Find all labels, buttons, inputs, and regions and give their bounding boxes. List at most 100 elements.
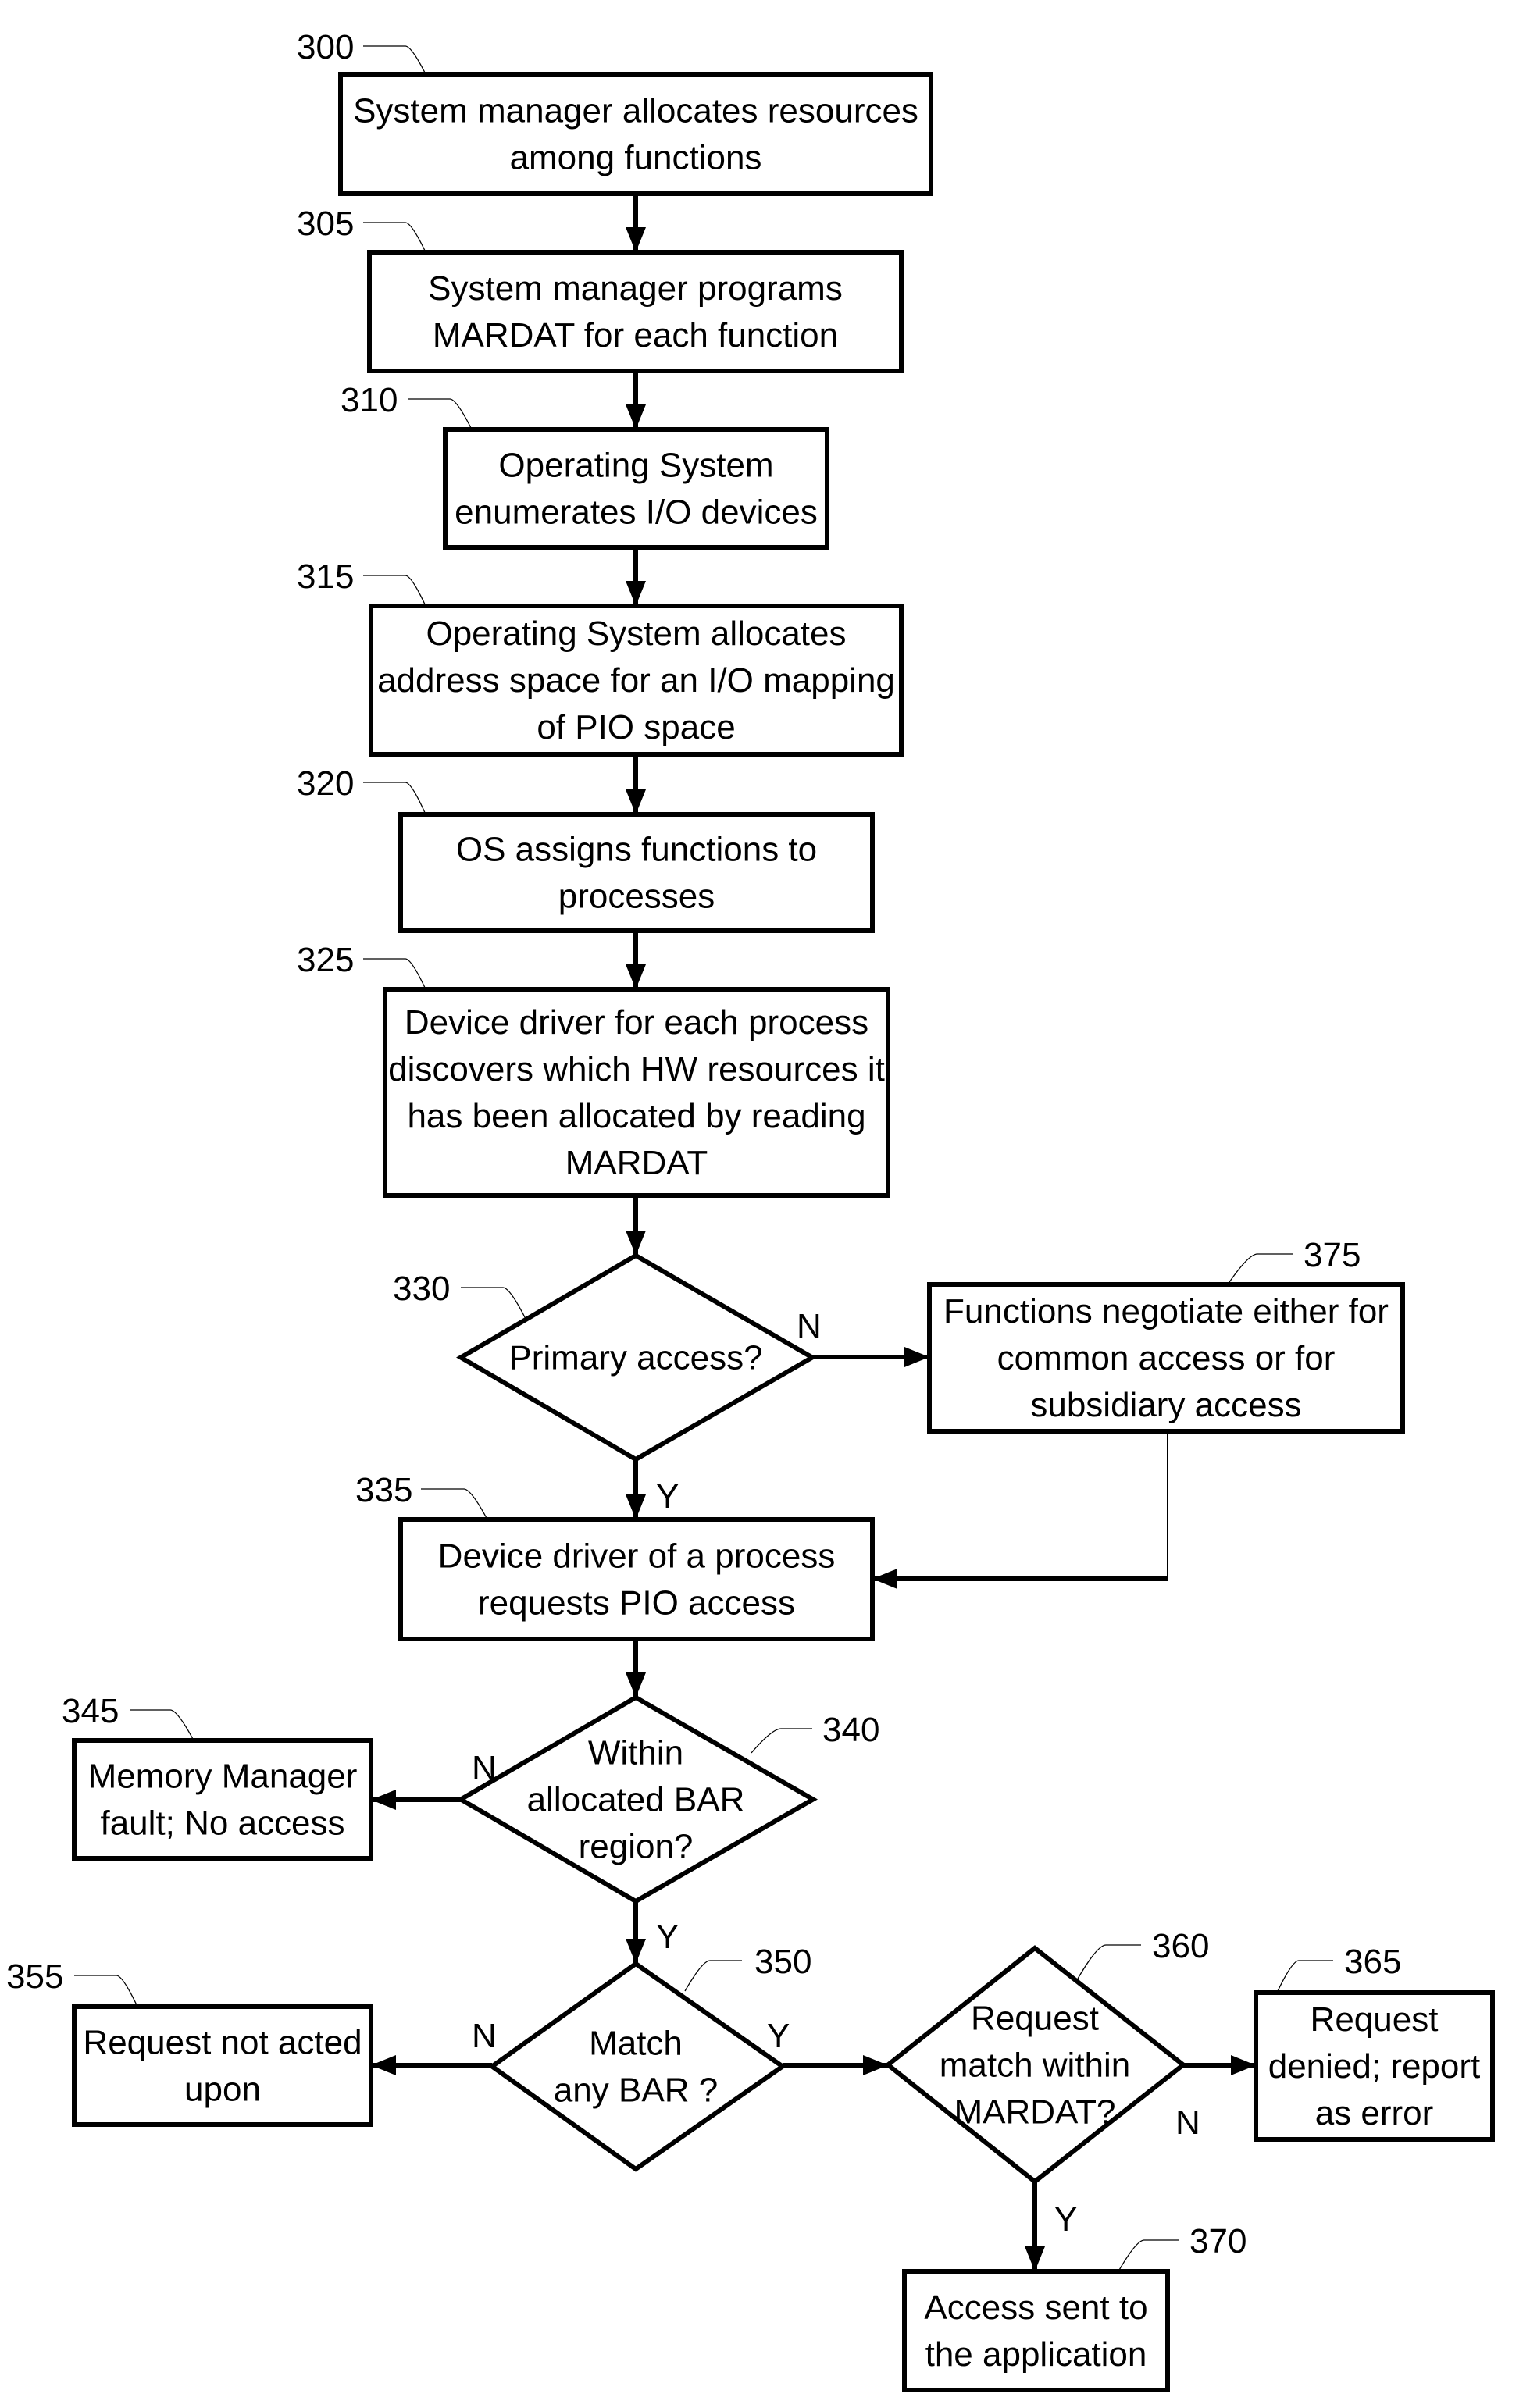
arrowhead-icon [1231, 2055, 1256, 2075]
reference-leader-line [1077, 1944, 1141, 1979]
process-node-370: Access sent to the application [902, 2269, 1170, 2392]
reference-leader-line [130, 1709, 194, 1741]
arrowhead-icon [863, 2055, 888, 2075]
reference-numeral: 335 [355, 1471, 412, 1509]
process-node-345: Memory Manager fault; No access [72, 1738, 373, 1861]
node-text-line: MARDAT [565, 1144, 708, 1182]
decision-node-360: Request match within MARDAT? [884, 1945, 1187, 2185]
reference-leader-line [421, 1488, 488, 1520]
node-text-line: common access or for [997, 1339, 1336, 1377]
reference-leader-line [363, 958, 426, 990]
node-text-line: Request [1311, 2000, 1439, 2039]
process-node-300: System manager allocates resources among … [338, 72, 933, 196]
node-text-line: Device driver of a process [438, 1537, 836, 1576]
arrowhead-icon [626, 581, 646, 606]
node-text-line: as error [1315, 2094, 1434, 2132]
decision-node-330: Primary access? [456, 1252, 817, 1462]
reference-numeral: 325 [297, 941, 354, 979]
process-node-320: OS assigns functions to processes [398, 812, 875, 933]
process-node-305: System manager programs MARDAT for each f… [367, 250, 904, 373]
node-text-line: match within [940, 2046, 1131, 2085]
node-text-line: Match [589, 2025, 683, 2063]
decision-node-350: Match any BAR ? [487, 1961, 787, 2172]
arrowhead-icon [1025, 2246, 1045, 2271]
decision-node-340: Within allocated BAR region? [456, 1694, 818, 1904]
process-node-365: Request denied; report as error [1254, 1990, 1495, 2142]
arrowhead-icon [626, 227, 646, 252]
arrowhead-icon [371, 1790, 396, 1810]
node-text-line: MARDAT for each function [433, 316, 838, 354]
node-text-line: fault; No access [100, 1804, 344, 1843]
reference-numeral: 370 [1189, 2222, 1246, 2260]
reference-numeral: 300 [297, 28, 354, 66]
arrowhead-icon [626, 964, 646, 989]
branch-label-yes: Y [656, 1918, 679, 1956]
node-text-line: upon [184, 2071, 261, 2109]
reference-leader-line [751, 1728, 812, 1754]
node-text-line: Memory Manager [88, 1758, 358, 1796]
branch-label-no: N [1175, 2103, 1200, 2142]
arrowhead-icon [626, 1672, 646, 1697]
reference-leader-line [363, 575, 426, 607]
arrowhead-icon [626, 1939, 646, 1964]
node-text-line: the application [925, 2335, 1147, 2374]
reference-leader-line [1118, 2239, 1179, 2272]
node-text-line: allocated BAR [527, 1781, 745, 1819]
node-text-line: Access sent to [924, 2289, 1147, 2327]
reference-numeral: 320 [297, 764, 354, 803]
node-text-line: Within [588, 1734, 683, 1772]
node-text-line: discovers which HW resources it [388, 1050, 885, 1088]
node-text-line: any BAR ? [554, 2071, 718, 2110]
arrowhead-icon [626, 1494, 646, 1519]
arrowhead-icon [904, 1347, 929, 1367]
node-text-line: subsidiary access [1030, 1386, 1301, 1424]
reference-numeral: 310 [341, 381, 398, 419]
reference-numeral: 360 [1152, 1927, 1209, 1965]
node-text-line: Functions negotiate either for [943, 1292, 1389, 1330]
reference-leader-line [461, 1287, 526, 1320]
branch-label-no: N [472, 1749, 497, 1787]
branch-label-yes: Y [767, 2017, 790, 2055]
node-text-line: Operating System [498, 447, 773, 485]
reference-leader-line [363, 45, 426, 75]
arrowhead-icon [626, 1231, 646, 1256]
reference-numeral: 350 [754, 1943, 811, 1981]
reference-numeral: 375 [1304, 1236, 1361, 1274]
node-text-line: MARDAT? [954, 2093, 1116, 2132]
node-text-line: Request [971, 2000, 1099, 2038]
reference-leader-line [363, 782, 426, 815]
reference-numeral: 340 [822, 1711, 879, 1749]
node-text-line: address space for an I/O mapping [377, 661, 895, 700]
reference-leader-line [408, 398, 473, 430]
process-node-335: Device driver of a process requests PIO a… [398, 1517, 875, 1641]
process-node-310: Operating System enumerates I/O devices [443, 427, 829, 550]
reference-leader-line [684, 1960, 742, 1992]
node-text-line: processes [558, 878, 715, 916]
node-text-line: System manager allocates resources [353, 92, 918, 130]
branch-label-yes: Y [1054, 2200, 1077, 2239]
node-text-line: region? [579, 1828, 694, 1866]
branch-label-yes: Y [656, 1477, 679, 1516]
node-text-line: System manager programs [428, 269, 843, 308]
arrowhead-icon [626, 789, 646, 814]
reference-numeral: 305 [297, 205, 354, 243]
node-text-line: Device driver for each process [405, 1003, 868, 1042]
reference-numeral: 345 [62, 1692, 119, 1730]
flowchart-canvas: 300 305 310 315 320 325 330 375 335 340 345 350 355 3… [6, 28, 1495, 2392]
process-node-355: Request not acted upon [72, 2004, 373, 2127]
reference-leader-line [74, 1975, 138, 2007]
node-text-line: of PIO space [537, 708, 735, 746]
node-text-line: has been allocated by reading [407, 1097, 865, 1135]
node-text-line: Primary access? [508, 1339, 762, 1377]
reference-leader-line [363, 222, 426, 253]
process-node-325: Device driver for each process discovers … [383, 987, 890, 1198]
process-node-315: Operating System allocates address space … [369, 604, 904, 757]
arrowhead-icon [371, 2055, 396, 2075]
decision-diamond [487, 1961, 787, 2172]
node-text-line: Request not acted [83, 2024, 362, 2062]
process-node-375: Functions negotiate either for common acc… [927, 1282, 1405, 1434]
reference-leader-line [1227, 1253, 1293, 1285]
node-text-line: OS assigns functions to [456, 831, 817, 869]
arrowhead-icon [872, 1569, 897, 1589]
node-text-line: among functions [510, 139, 762, 177]
